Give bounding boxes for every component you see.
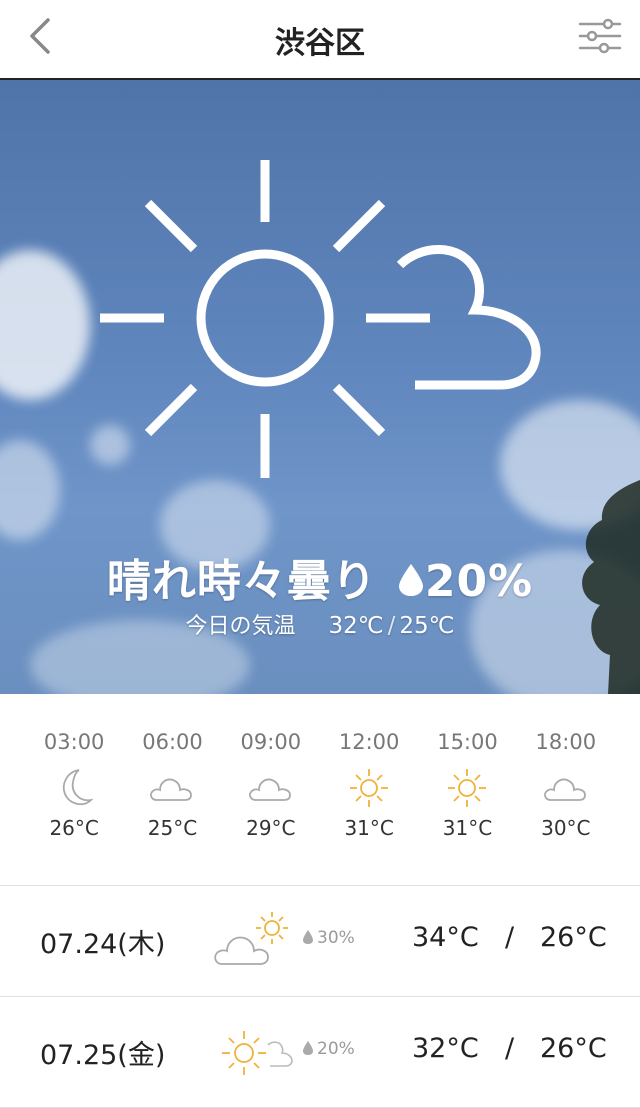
sun-icon xyxy=(448,769,487,807)
daily-row[interactable]: 07.25(金) 20% 32°C / 26°C xyxy=(0,997,640,1108)
hour-item: 09:00 29°C xyxy=(222,694,320,885)
sky-cloud xyxy=(0,440,60,540)
hour-time: 15:00 xyxy=(437,730,498,754)
day-high: 34°C xyxy=(412,922,479,953)
sun-icon xyxy=(350,769,389,807)
hour-temp: 31°C xyxy=(344,816,394,840)
day-low: 26°C xyxy=(540,1033,607,1064)
sliders-icon[interactable] xyxy=(578,16,622,56)
page-title: 渋谷区 xyxy=(275,26,365,61)
raindrop-icon xyxy=(303,930,313,944)
hour-item: 18:00 30°C xyxy=(517,694,615,885)
day-rain-chance: 30% xyxy=(302,928,355,948)
day-high: 32°C xyxy=(412,1033,479,1064)
hour-item: 12:00 31°C xyxy=(320,694,418,885)
weather-condition: 晴れ時々曇り 20% xyxy=(0,545,640,609)
hour-temp: 26°C xyxy=(49,816,99,840)
today-label: 今日の気温 xyxy=(185,614,296,639)
condition-text: 晴れ時々曇り xyxy=(106,556,377,607)
day-rain-chance: 20% xyxy=(302,1039,355,1059)
today-high: 32℃ xyxy=(328,613,384,639)
hour-temp: 31°C xyxy=(442,816,493,840)
hour-time: 18:00 xyxy=(535,730,597,754)
hour-time: 12:00 xyxy=(338,730,400,754)
today-low: 25℃ xyxy=(399,613,455,639)
hour-time: 06:00 xyxy=(142,730,203,754)
day-date: 07.24(木) xyxy=(40,929,166,960)
cloud-icon xyxy=(543,778,586,801)
hour-temp: 25°C xyxy=(147,816,198,840)
day-low: 26°C xyxy=(540,922,607,953)
hour-item: 15:00 31°C xyxy=(418,694,516,885)
hourly-forecast: 03:00 26°C 06:00 25°C 09:00 29°C 12:00 3… xyxy=(0,694,640,886)
today-temperature: 今日の気温 32℃/25℃ xyxy=(185,613,455,639)
temp-separator: / xyxy=(505,1033,515,1064)
current-weather-hero: 晴れ時々曇り 20% 今日の気温 32℃/25℃ xyxy=(0,80,640,694)
hour-temp: 30°C xyxy=(541,816,591,840)
rain-chance: 20% xyxy=(424,556,534,607)
hour-time: 03:00 xyxy=(43,730,105,754)
sun-cloud-icon xyxy=(100,160,541,478)
raindrop-icon xyxy=(303,1041,313,1055)
sky-cloud xyxy=(0,250,90,400)
cloud-icon xyxy=(248,778,291,801)
raindrop-icon xyxy=(398,564,423,596)
sun-cloud-icon xyxy=(222,1031,293,1075)
temp-separator: / xyxy=(505,922,515,953)
hour-time: 09:00 xyxy=(240,730,302,754)
day-date: 07.25(金) xyxy=(40,1040,166,1071)
daily-row[interactable]: 07.24(木) 30% 34°C / 26°C xyxy=(0,886,640,997)
app-header: 渋谷区 xyxy=(0,0,640,80)
hour-item: 06:00 25°C xyxy=(123,694,221,885)
hour-item: 03:00 26°C xyxy=(25,694,123,885)
hour-temp: 29°C xyxy=(246,816,296,840)
moon-icon xyxy=(63,769,94,806)
cloud-icon xyxy=(150,778,193,801)
cloud-sun-icon xyxy=(214,912,288,965)
